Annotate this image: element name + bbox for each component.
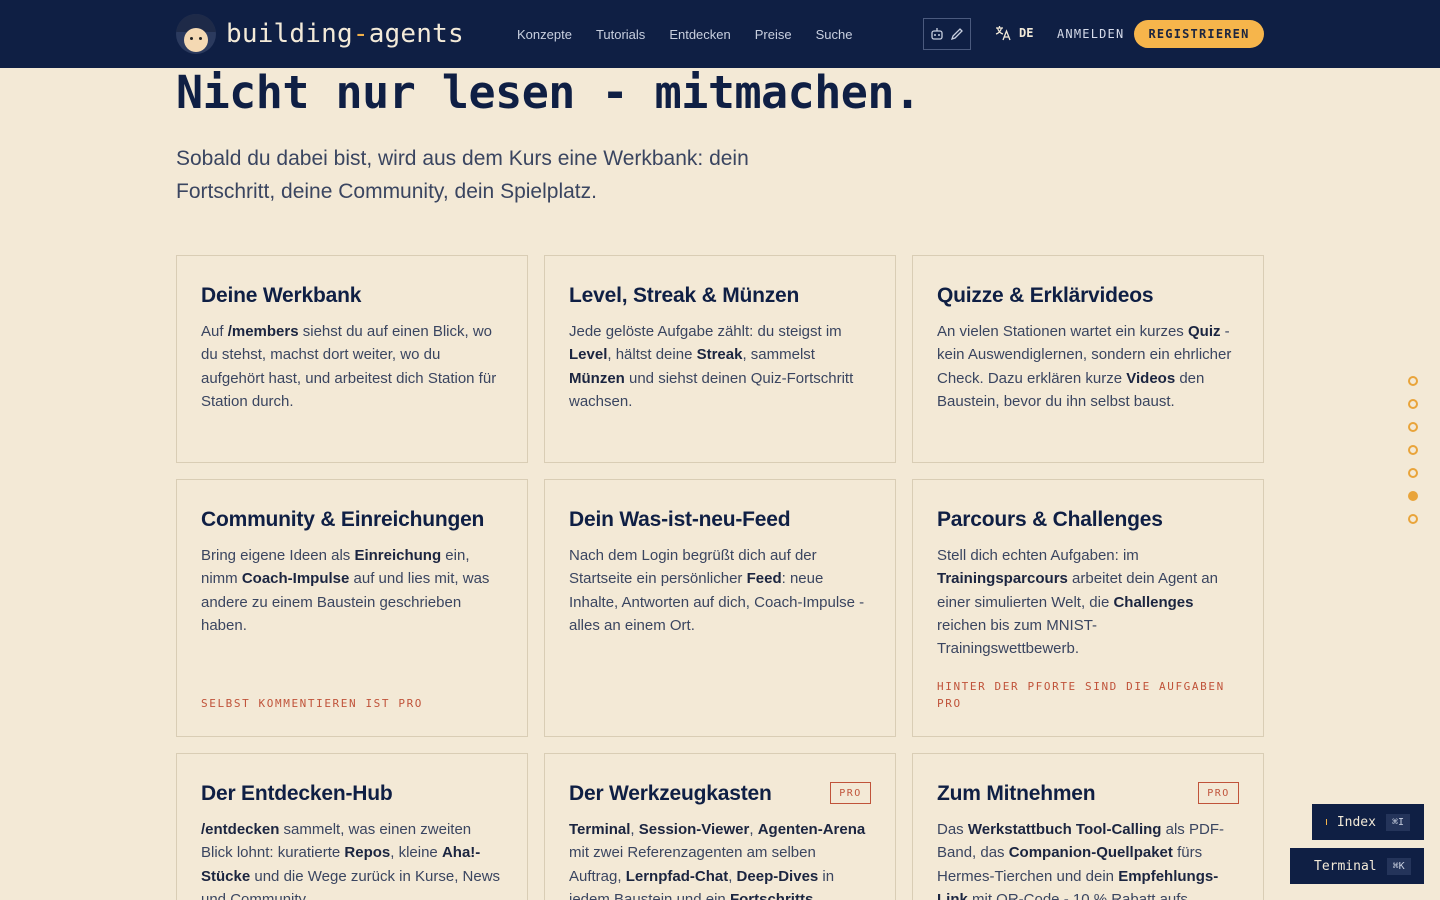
translate-icon xyxy=(995,26,1011,41)
brand-name: building-agents xyxy=(226,19,464,49)
shortcut-hint: ⌘I xyxy=(1385,813,1410,831)
card-title: Parcours & Challenges xyxy=(937,508,1163,531)
main-nav: Konzepte Tutorials Entdecken Preise Such… xyxy=(517,0,852,68)
card-title: Deine Werkbank xyxy=(201,284,362,307)
section-dot[interactable] xyxy=(1408,376,1418,386)
card-title: Community & Einreichungen xyxy=(201,508,485,531)
card-title: Quizze & Erklärvideos xyxy=(937,284,1154,307)
card-title: Zum Mitnehmen xyxy=(937,782,1096,805)
pencil-icon xyxy=(950,28,963,41)
nav-link-entdecken[interactable]: Entdecken xyxy=(669,27,730,42)
card-body: An vielen Stationen wartet ein kurzes Qu… xyxy=(937,323,1232,410)
nav-link-tutorials[interactable]: Tutorials xyxy=(596,27,645,42)
card-title: Der Entdecken-Hub xyxy=(201,782,393,805)
register-button[interactable]: REGISTRIEREN xyxy=(1134,20,1264,48)
feature-card: Quizze & Erklärvideos An vielen Statione… xyxy=(912,255,1264,463)
pro-badge: PRO xyxy=(830,782,871,804)
top-navigation-bar: building-agents Konzepte Tutorials Entde… xyxy=(0,0,1440,68)
robot-icon xyxy=(931,28,943,40)
card-title: Dein Was-ist-neu-Feed xyxy=(569,508,791,531)
card-title: Level, Streak & Münzen xyxy=(569,284,800,307)
feature-card: Zum Mitnehmen PRO Das Werkstattbuch Tool… xyxy=(912,753,1264,900)
pro-badge: PRO xyxy=(1198,782,1239,804)
card-body: Nach dem Login begrüßt dich auf der Star… xyxy=(569,547,865,634)
feature-card: Der Werkzeugkasten PRO Terminal, Session… xyxy=(544,753,896,900)
index-label: Index xyxy=(1336,814,1376,830)
language-code: DE xyxy=(1019,26,1034,40)
language-switcher[interactable]: DE xyxy=(995,25,1033,41)
section-dot[interactable] xyxy=(1408,399,1418,409)
card-body: Terminal, Session-Viewer, Agenten-Arena … xyxy=(569,821,866,900)
card-body: /entdecken sammelt, was einen zweiten Bl… xyxy=(201,821,501,900)
feature-card: Dein Was-ist-neu-Feed Nach dem Login beg… xyxy=(544,479,896,737)
editor-tools-button[interactable] xyxy=(923,18,971,50)
section-title: Nicht nur lesen - mitmachen. xyxy=(176,66,921,119)
card-title: Der Werkzeugkasten xyxy=(569,782,772,805)
pro-note: SELBST KOMMENTIEREN IST PRO xyxy=(201,697,424,710)
card-body: Auf /members siehst du auf einen Blick, … xyxy=(201,323,497,410)
card-body: Stell dich echten Aufgaben: im Trainings… xyxy=(937,547,1218,658)
section-dot[interactable] xyxy=(1408,514,1418,524)
login-link[interactable]: ANMELDEN xyxy=(1057,27,1124,41)
shortcut-hint: ⌘K xyxy=(1386,857,1411,875)
brand-logo-link[interactable]: building-agents xyxy=(176,14,464,54)
feature-card: Community & Einreichungen Bring eigene I… xyxy=(176,479,528,737)
feature-card: Level, Streak & Münzen Jede gelöste Aufg… xyxy=(544,255,896,463)
terminal-label: Terminal xyxy=(1314,858,1377,874)
section-dot[interactable] xyxy=(1408,422,1418,432)
card-body: Jede gelöste Aufgabe zählt: du steigst i… xyxy=(569,323,854,410)
nav-link-preise[interactable]: Preise xyxy=(755,27,792,42)
section-dot[interactable] xyxy=(1408,445,1418,455)
feature-card: Parcours & Challenges Stell dich echten … xyxy=(912,479,1264,737)
nav-link-konzepte[interactable]: Konzepte xyxy=(517,27,572,42)
card-body: Das Werkstattbuch Tool-Calling als PDF-B… xyxy=(937,821,1224,900)
mascot-avatar-icon xyxy=(176,14,216,54)
card-body: Bring eigene Ideen als Einreichung ein, … xyxy=(201,547,490,634)
pro-note: HINTER DER PFORTE SIND DIE AUFGABEN PRO xyxy=(937,680,1225,710)
feature-card: Deine Werkbank Auf /members siehst du au… xyxy=(176,255,528,463)
square-icon xyxy=(1326,819,1327,825)
terminal-button[interactable]: Terminal ⌘K xyxy=(1290,848,1424,884)
feature-card: Der Entdecken-Hub /entdecken sammelt, wa… xyxy=(176,753,528,900)
index-button[interactable]: Index ⌘I xyxy=(1312,804,1424,840)
section-subtitle: Sobald du dabei bist, wird aus dem Kurs … xyxy=(176,147,749,203)
section-navigation-dots xyxy=(1408,376,1418,524)
section-dot[interactable] xyxy=(1408,468,1418,478)
nav-link-suche[interactable]: Suche xyxy=(816,27,853,42)
section-dot[interactable] xyxy=(1408,491,1418,501)
